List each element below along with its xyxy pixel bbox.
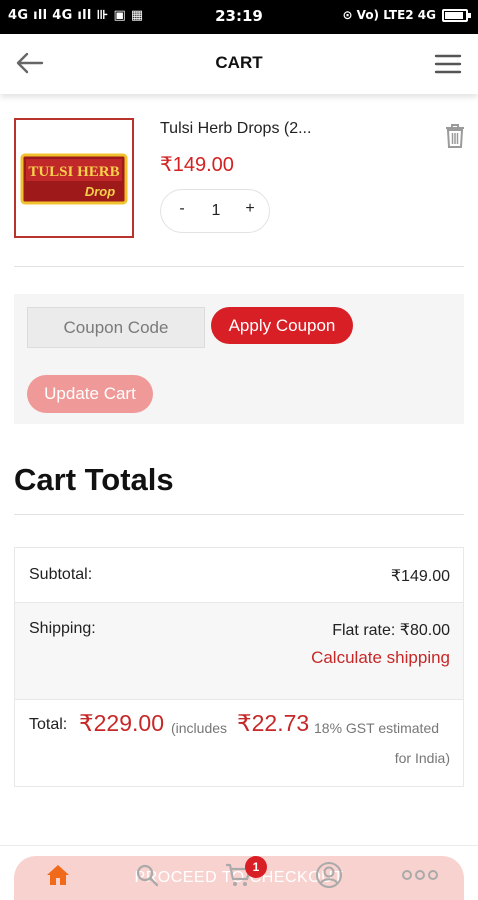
trash-icon — [446, 124, 464, 148]
quantity-decrease-button[interactable]: - — [169, 200, 195, 224]
product-logo-image: TULSI HERB Drop — [20, 153, 128, 205]
more-icon — [402, 870, 438, 880]
search-icon — [136, 864, 159, 887]
subtotal-row: Subtotal: ₹149.00 — [15, 548, 463, 603]
account-icon — [316, 862, 342, 888]
cart-count-badge: 1 — [245, 856, 267, 878]
status-right-group: ⊙ Vo) LTE2 4G — [342, 8, 471, 22]
product-thumbnail[interactable]: TULSI HERB Drop — [14, 118, 134, 238]
total-row: Total: ₹229.00 (includes ₹22.73 18% GST … — [15, 700, 463, 786]
nav-search[interactable] — [127, 858, 167, 892]
coupon-panel: Apply Coupon Update Cart — [14, 294, 464, 424]
product-logo-text-sub: Drop — [85, 184, 115, 199]
divider — [14, 266, 464, 267]
total-label: Total: — [29, 716, 68, 733]
total-value: ₹229.00 — [79, 710, 164, 736]
battery-icon — [442, 8, 471, 22]
gst-text: 18% GST estimated — [314, 720, 440, 736]
menu-button[interactable] — [432, 48, 464, 80]
nav-account[interactable] — [309, 858, 349, 892]
quantity-stepper: - 1 + — [160, 189, 270, 233]
shipping-value: Flat rate: ₹80.00 — [332, 622, 450, 639]
quantity-value[interactable]: 1 — [201, 202, 231, 220]
app-header: CART — [0, 34, 478, 94]
product-price: ₹149.00 — [160, 154, 234, 176]
product-name[interactable]: Tulsi Herb Drops (2... — [160, 120, 311, 138]
shipping-row: Shipping: Flat rate: ₹80.00 Calculate sh… — [15, 603, 463, 700]
page-title: CART — [215, 53, 263, 72]
tax-value: ₹22.73 — [237, 710, 310, 736]
product-logo-text-main: TULSI HERB — [28, 164, 119, 180]
divider — [14, 514, 464, 515]
subtotal-label: Subtotal: — [29, 566, 93, 583]
remove-item-button[interactable] — [443, 122, 467, 150]
coupon-code-input[interactable] — [27, 307, 205, 348]
hamburger-menu-icon — [434, 54, 462, 74]
shipping-label: Shipping: — [29, 620, 96, 637]
apply-coupon-button[interactable]: Apply Coupon — [211, 307, 353, 344]
cart-totals-heading: Cart Totals — [14, 462, 174, 497]
includes-text: (includes — [171, 720, 228, 736]
gst-region-text: for India) — [394, 750, 450, 766]
calculate-shipping-link[interactable]: Calculate shipping — [311, 648, 450, 668]
cart-totals-table: Subtotal: ₹149.00 Shipping: Flat rate: ₹… — [14, 547, 464, 787]
subtotal-value: ₹149.00 — [390, 568, 450, 585]
quantity-increase-button[interactable]: + — [237, 200, 263, 224]
home-icon — [47, 865, 69, 885]
nav-home[interactable] — [38, 858, 78, 892]
bottom-navigation — [0, 845, 478, 900]
cart-screen: 4G ıll 4G ıll ⊪ ▣ ▦ 23:19 ⊙ Vo) LTE2 4G … — [0, 0, 478, 900]
status-bar: 4G ıll 4G ıll ⊪ ▣ ▦ 23:19 ⊙ Vo) LTE2 4G — [0, 0, 478, 34]
status-network-text: ⊙ Vo) LTE2 4G — [342, 8, 436, 22]
update-cart-button[interactable]: Update Cart — [27, 375, 153, 413]
nav-more[interactable] — [400, 858, 440, 892]
